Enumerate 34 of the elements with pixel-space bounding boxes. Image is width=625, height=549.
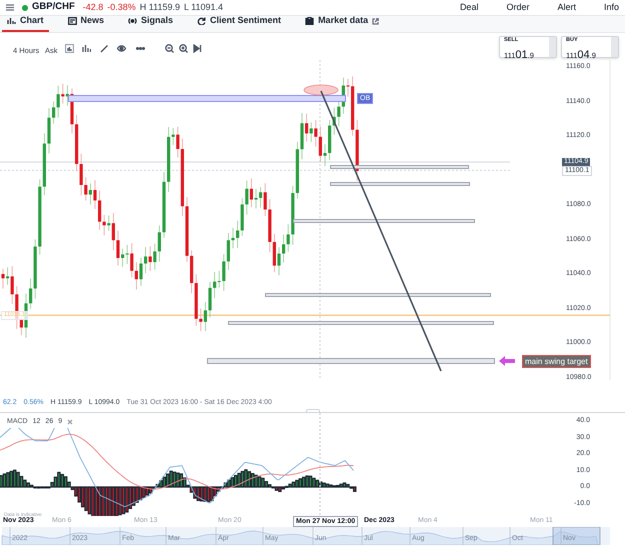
skip-to-end-icon[interactable] bbox=[193, 44, 202, 53]
more-icon[interactable] bbox=[136, 44, 145, 53]
zoom-out-icon[interactable] bbox=[165, 44, 174, 53]
low-price: L 11091.4 bbox=[184, 0, 224, 14]
eye-icon[interactable] bbox=[117, 44, 126, 53]
zoom-in-icon[interactable] bbox=[179, 44, 188, 53]
tab[interactable]: Signals bbox=[123, 15, 178, 32]
tab[interactable]: News bbox=[62, 15, 110, 32]
arrow-icon bbox=[499, 356, 515, 366]
close-icon bbox=[67, 419, 74, 426]
action-link[interactable]: Order bbox=[506, 0, 530, 14]
action-link[interactable]: Info bbox=[604, 0, 619, 14]
external-link-icon bbox=[372, 18, 380, 24]
signal-icon bbox=[128, 17, 138, 25]
target-label: main swing target bbox=[522, 355, 591, 368]
tab[interactable]: Chart bbox=[2, 15, 49, 32]
action-link[interactable]: Deal bbox=[460, 0, 478, 14]
high-price: H 11159.9 bbox=[140, 0, 180, 14]
percent-change: -0.38% bbox=[107, 0, 136, 14]
tab[interactable]: Market data bbox=[300, 15, 384, 32]
symbol-name: GBP/CHF bbox=[32, 0, 75, 14]
chart-icon bbox=[7, 17, 16, 25]
newspaper-icon bbox=[68, 17, 77, 25]
bar-chart-icon[interactable] bbox=[82, 44, 91, 53]
ellipse-marker bbox=[303, 84, 339, 96]
refresh-icon bbox=[197, 17, 206, 25]
chart-type-icon[interactable] bbox=[65, 44, 74, 53]
tab[interactable]: Client Sentiment bbox=[192, 15, 286, 32]
price-change: -42.8 bbox=[82, 0, 104, 14]
menu-icon bbox=[6, 4, 14, 11]
pencil-icon[interactable] bbox=[100, 44, 109, 53]
status-dot-icon bbox=[22, 4, 28, 10]
pane-resize-handle[interactable] bbox=[306, 409, 320, 413]
action-link[interactable]: Alert bbox=[557, 0, 576, 14]
